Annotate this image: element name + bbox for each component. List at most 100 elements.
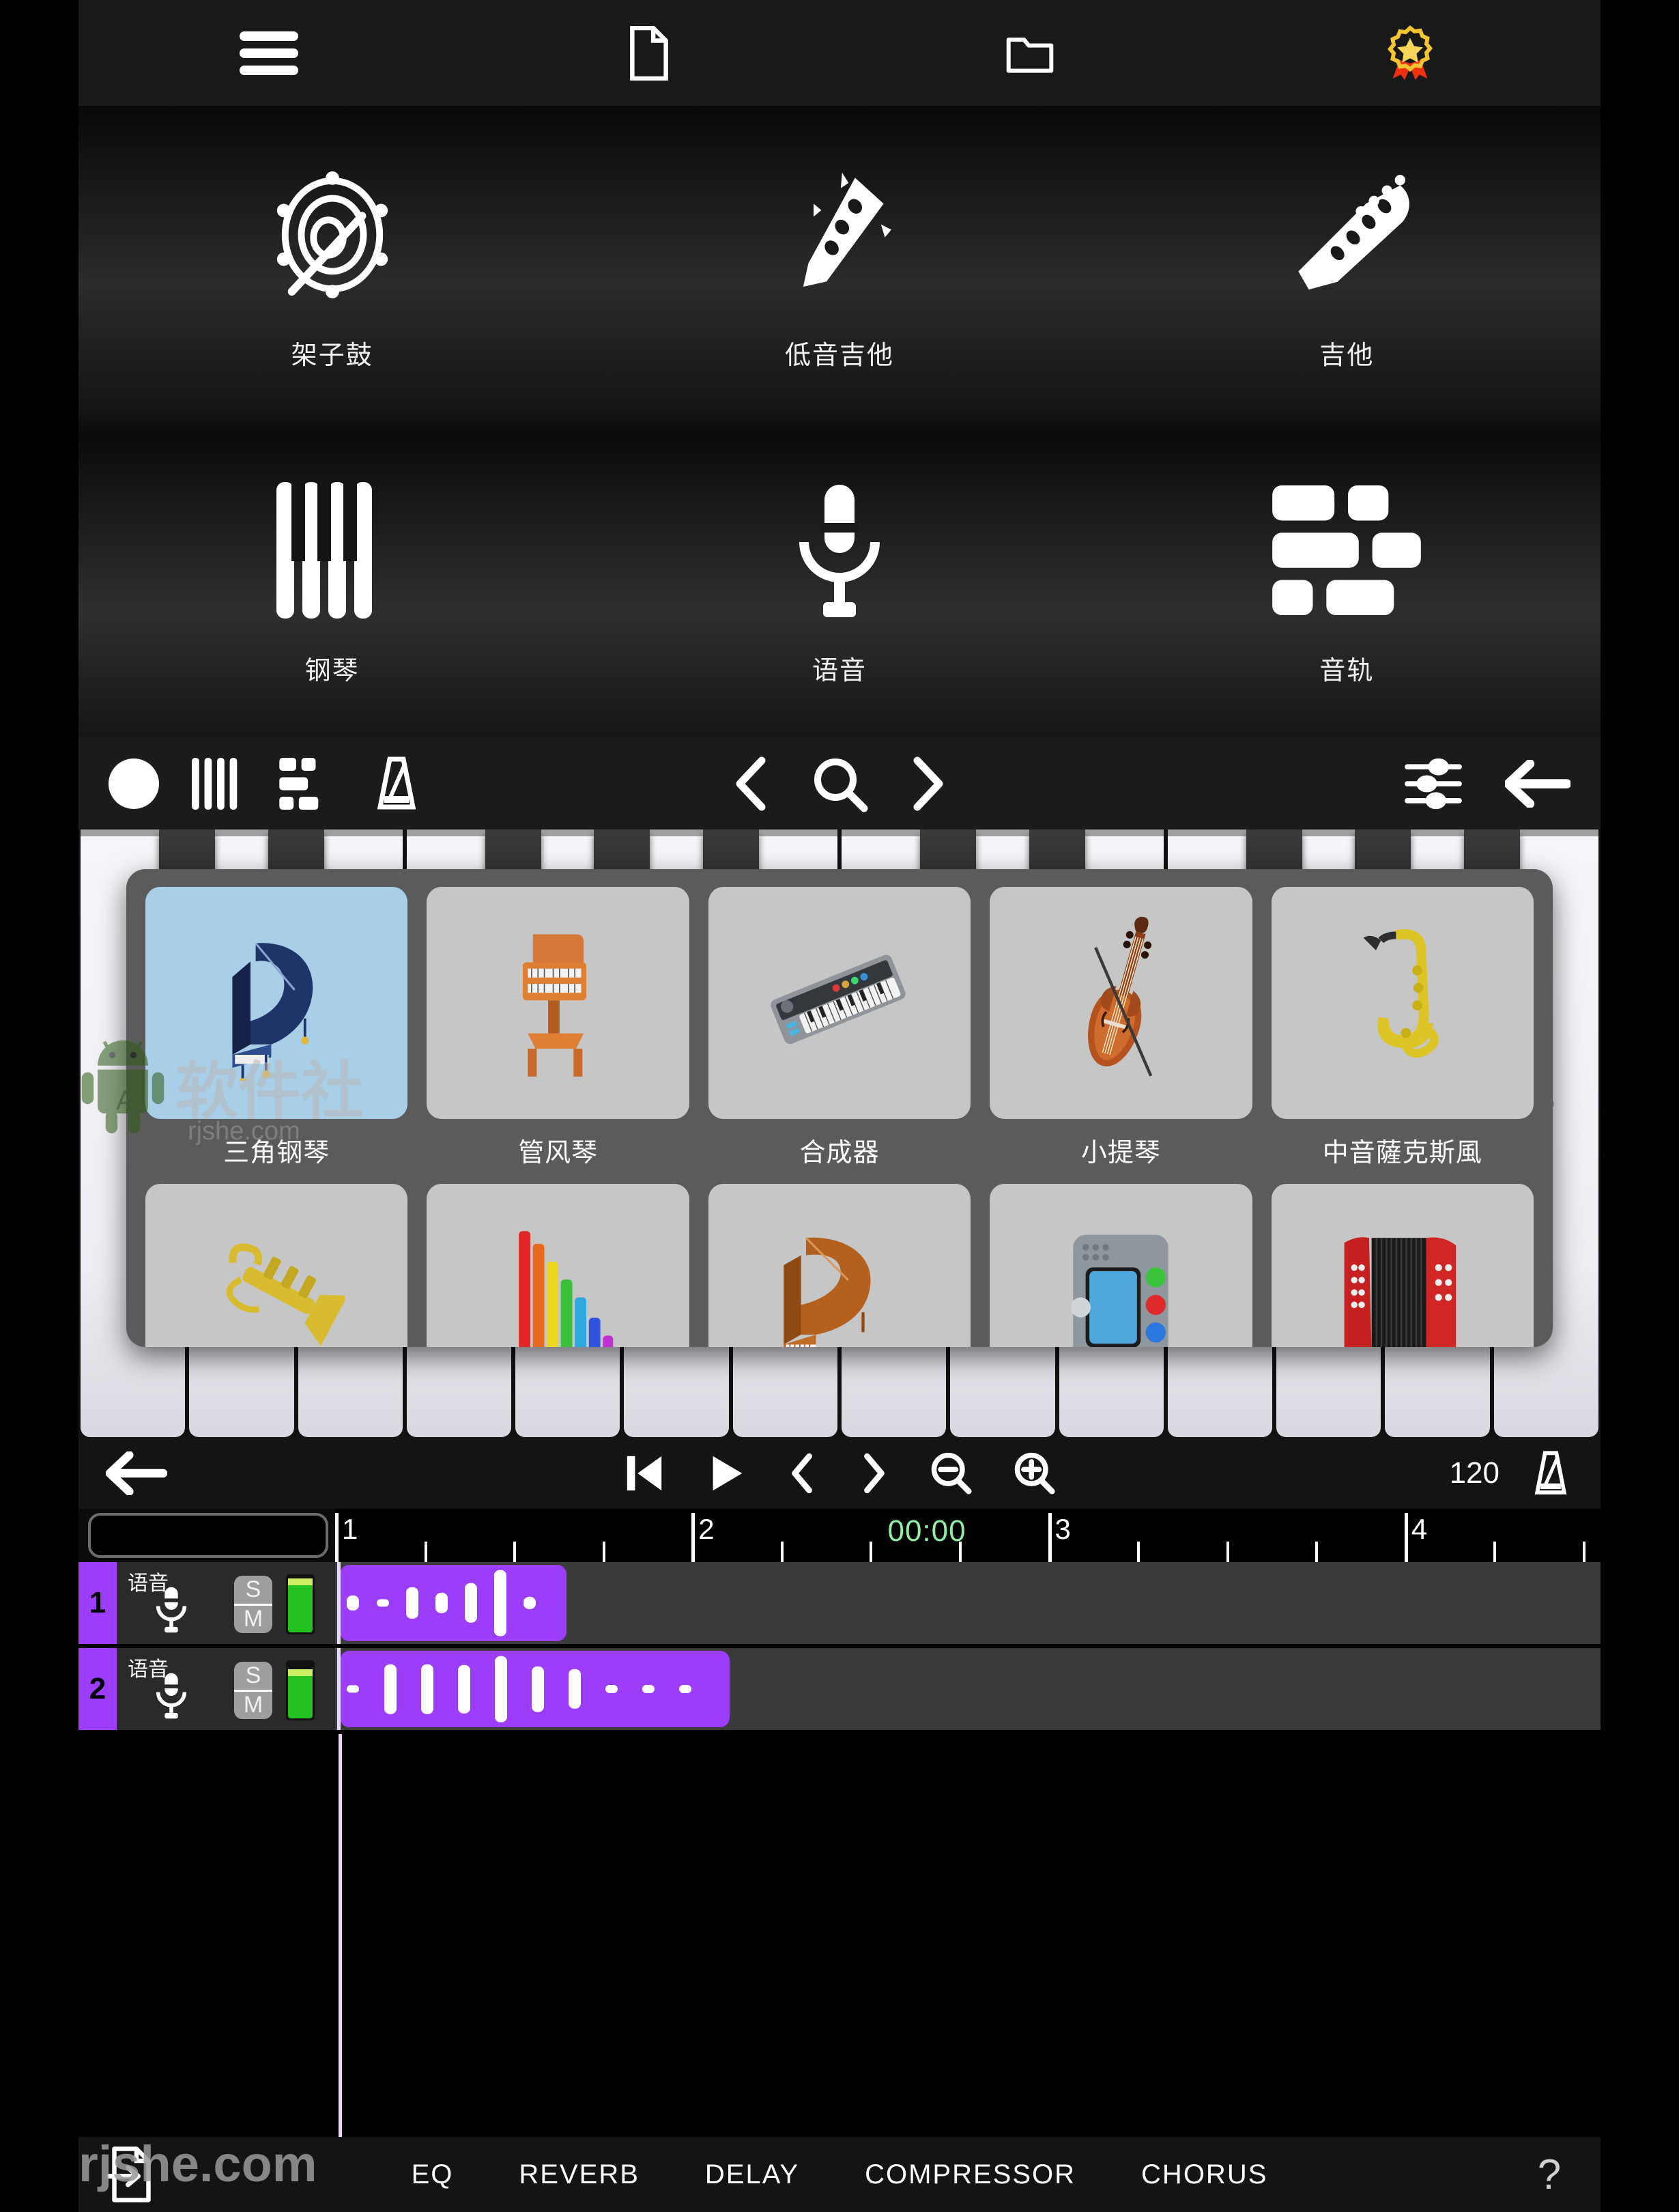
- mute-button[interactable]: M: [234, 1692, 272, 1720]
- export-file-button[interactable]: [78, 2146, 181, 2202]
- skip-to-start-icon[interactable]: [623, 1452, 665, 1494]
- track-volume-meter[interactable]: [286, 1574, 315, 1634]
- instrument-tile-piano[interactable]: 钢琴: [78, 422, 586, 738]
- guitar-icon: [1275, 156, 1418, 313]
- tracks-icon[interactable]: [279, 757, 339, 810]
- track-row[interactable]: 1 语音 S M: [78, 1562, 1601, 1644]
- project-name-field[interactable]: [88, 1513, 328, 1558]
- ruler-tick: [780, 1542, 784, 1562]
- instrument-browser: 架子鼓 低音吉他 吉他 钢琴 语音 音轨: [78, 106, 1601, 737]
- upright-piano-thumb: [708, 1184, 971, 1347]
- solo-button[interactable]: S: [234, 1662, 272, 1692]
- ruler-bar-number: 3: [1054, 1513, 1071, 1545]
- chevron-right-icon[interactable]: [906, 756, 947, 811]
- instrument-preset-grand-piano[interactable]: 三角钢琴: [145, 887, 408, 1169]
- solo-mute-toggle[interactable]: S M: [234, 1576, 272, 1633]
- record-dot-icon[interactable]: [109, 758, 159, 809]
- instrument-tile-label: 语音: [812, 657, 867, 686]
- effect-tab-compressor[interactable]: COMPRESSOR: [865, 2159, 1076, 2190]
- instrument-tile-tracks[interactable]: 音轨: [1093, 422, 1601, 738]
- new-file-button[interactable]: [459, 25, 840, 81]
- instrument-picker-popup[interactable]: 三角钢琴 管风琴 合成器 小提琴 中音薩克斯風: [126, 869, 1553, 1347]
- ruler-tick: [1315, 1542, 1319, 1562]
- piano-keyboard[interactable]: A24B 三角钢琴 管风琴: [78, 830, 1601, 1437]
- help-button[interactable]: ?: [1498, 2151, 1601, 2199]
- arrow-left-icon[interactable]: [1505, 759, 1570, 808]
- mute-button[interactable]: M: [234, 1606, 272, 1634]
- new-file-icon: [630, 25, 669, 81]
- instrument-preset-trumpet[interactable]: [145, 1184, 408, 1347]
- audio-clip[interactable]: [340, 1565, 567, 1641]
- play-icon[interactable]: [705, 1452, 747, 1494]
- piano-keys-icon: [271, 472, 394, 629]
- grand-piano-thumb: [145, 887, 408, 1119]
- instrument-preset-label: 管风琴: [518, 1139, 599, 1167]
- solo-mute-toggle[interactable]: S M: [234, 1662, 272, 1719]
- track-volume-meter[interactable]: [286, 1660, 315, 1720]
- instrument-preset-pipe-organ[interactable]: 管风琴: [427, 887, 689, 1169]
- effect-tab-delay[interactable]: DELAY: [705, 2159, 799, 2190]
- ruler-tick: [424, 1542, 427, 1562]
- zoom-out-icon[interactable]: [929, 1451, 973, 1495]
- waveform-bar: [523, 1596, 536, 1610]
- xylophone-thumb: [427, 1184, 689, 1347]
- track-list[interactable]: 1 语音 S M 2 语音 S M: [78, 1562, 1601, 1730]
- menu-button[interactable]: [78, 31, 459, 75]
- open-folder-button[interactable]: [840, 26, 1220, 81]
- track-header[interactable]: 语音 S M: [117, 1648, 335, 1730]
- instrument-preset-violin[interactable]: 小提琴: [990, 887, 1252, 1169]
- search-icon[interactable]: [811, 755, 868, 812]
- ruler-tick: [870, 1542, 873, 1562]
- piano-keys-icon[interactable]: [189, 757, 249, 810]
- instrument-tile-label: 钢琴: [304, 657, 360, 686]
- instrument-tile-guitar[interactable]: 吉他: [1093, 106, 1601, 422]
- instrument-tile-bass-guitar[interactable]: 低音吉他: [586, 106, 1093, 422]
- effect-tab-reverb[interactable]: REVERB: [519, 2159, 640, 2190]
- instrument-preset-upright-piano[interactable]: [708, 1184, 971, 1347]
- metronome-icon[interactable]: [369, 756, 424, 811]
- tracks-icon: [1272, 472, 1422, 629]
- instrument-tile-label: 音轨: [1319, 657, 1375, 686]
- zoom-in-icon[interactable]: [1012, 1451, 1056, 1495]
- audio-clip[interactable]: [340, 1651, 730, 1727]
- track-row[interactable]: 2 语音 S M: [78, 1648, 1601, 1730]
- premium-badge-button[interactable]: [1220, 25, 1601, 81]
- tempo-value[interactable]: 120: [1450, 1456, 1499, 1490]
- arrow-left-icon[interactable]: [106, 1451, 167, 1495]
- mixer-sliders-icon[interactable]: [1404, 756, 1463, 811]
- solo-button[interactable]: S: [234, 1576, 272, 1606]
- ruler-bar-line: [691, 1513, 695, 1562]
- ruler-bar-line: [335, 1513, 339, 1562]
- chevron-right-icon[interactable]: [858, 1452, 889, 1494]
- premium-badge-icon: [1388, 25, 1433, 80]
- ruler-tick: [1137, 1542, 1140, 1562]
- instrument-preset-label: 三角钢琴: [223, 1139, 330, 1167]
- instrument-tile-voice[interactable]: 语音: [586, 422, 1093, 738]
- pipe-organ-thumb: [427, 887, 689, 1119]
- top-bar: [78, 0, 1601, 106]
- effect-tab-chorus[interactable]: CHORUS: [1141, 2159, 1267, 2190]
- instrument-preset-synthesizer[interactable]: 合成器: [708, 887, 971, 1169]
- instrument-preset-sampler[interactable]: [990, 1184, 1252, 1347]
- ruler-tick: [513, 1542, 517, 1562]
- instrument-tile-drums[interactable]: 架子鼓: [78, 106, 586, 422]
- metronome-icon[interactable]: [1528, 1450, 1573, 1496]
- playhead: [337, 1562, 341, 1644]
- chevron-left-icon[interactable]: [732, 756, 773, 811]
- instrument-preset-accordion[interactable]: [1271, 1184, 1534, 1347]
- ruler-bar-number: 4: [1411, 1513, 1428, 1545]
- timeline-ruler-row: 00:00 1 2 3 4: [78, 1509, 1601, 1562]
- waveform-bar: [347, 1595, 360, 1611]
- synthesizer-thumb: [708, 887, 971, 1119]
- transport-bar: 120: [78, 1437, 1601, 1509]
- track-lane[interactable]: [335, 1648, 1601, 1730]
- track-header[interactable]: 语音 S M: [117, 1562, 335, 1644]
- timeline-ruler[interactable]: 00:00 1 2 3 4: [335, 1509, 1601, 1562]
- instrument-toolbar: [78, 737, 1601, 830]
- instrument-preset-xylophone[interactable]: [427, 1184, 689, 1347]
- instrument-tile-label: 吉他: [1319, 341, 1375, 370]
- effect-tab-eq[interactable]: EQ: [412, 2159, 454, 2190]
- chevron-left-icon[interactable]: [787, 1452, 818, 1494]
- instrument-preset-alto-saxophone[interactable]: 中音薩克斯風: [1271, 887, 1534, 1169]
- track-lane[interactable]: [335, 1562, 1601, 1644]
